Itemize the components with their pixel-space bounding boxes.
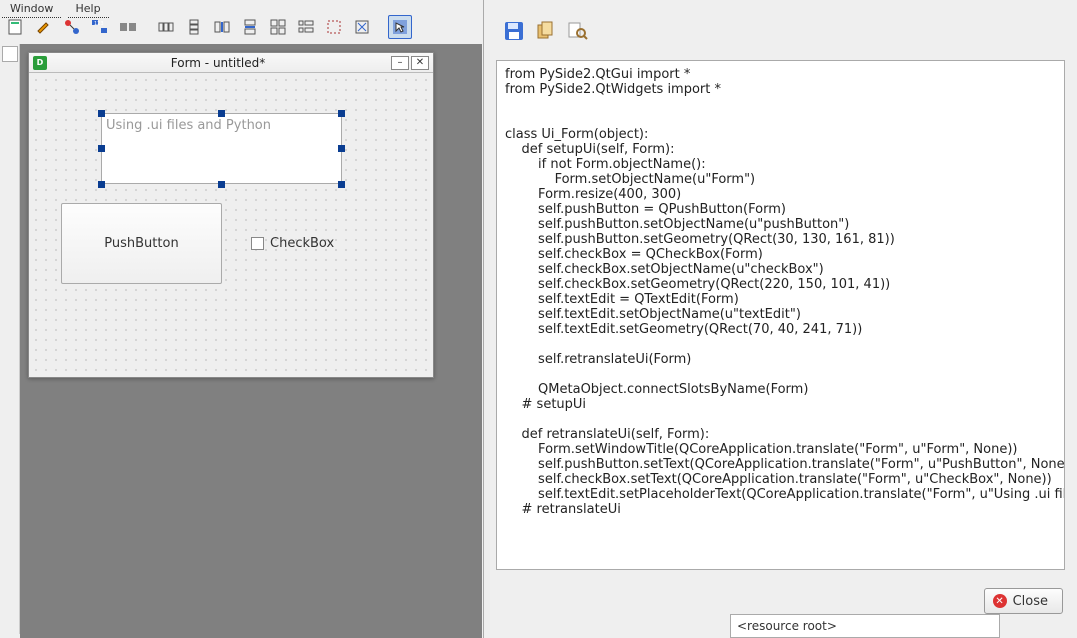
save-icon[interactable]	[502, 19, 526, 43]
new-form-icon[interactable]	[4, 15, 28, 39]
selection-handle[interactable]	[338, 181, 345, 188]
adjust-size-icon[interactable]	[350, 15, 374, 39]
h-layout-icon[interactable]	[154, 15, 178, 39]
v-layout-icon[interactable]	[182, 15, 206, 39]
checkbox-widget[interactable]: CheckBox	[251, 223, 352, 264]
close-button[interactable]: ✕	[411, 56, 429, 70]
minimize-button[interactable]: –	[391, 56, 409, 70]
textedit-widget[interactable]: Using .ui files and Python	[101, 113, 342, 184]
form-titlebar[interactable]: D Form - untitled* – ✕	[29, 53, 433, 73]
checkbox-box-icon[interactable]	[251, 237, 264, 250]
close-label: Close	[1013, 594, 1048, 609]
sidebar-tab[interactable]	[2, 46, 18, 62]
selection-handle[interactable]	[98, 181, 105, 188]
form-title: Form - untitled*	[47, 56, 389, 70]
find-icon[interactable]	[566, 19, 590, 43]
form-window[interactable]: D Form - untitled* – ✕ Using .ui files a…	[28, 52, 434, 378]
buddy-icon[interactable]	[116, 15, 140, 39]
main-toolbar: 123	[0, 12, 483, 42]
checkbox-label: CheckBox	[270, 236, 334, 251]
v-split-icon[interactable]	[238, 15, 262, 39]
designer-canvas[interactable]: D Form - untitled* – ✕ Using .ui files a…	[20, 44, 482, 638]
form-layout-icon[interactable]	[294, 15, 318, 39]
selection-handle[interactable]	[98, 110, 105, 117]
selection-handle[interactable]	[338, 110, 345, 117]
svg-text:123: 123	[94, 21, 104, 27]
close-x-icon: ✕	[993, 594, 1007, 608]
signal-slot-icon[interactable]	[60, 15, 84, 39]
selection-handle[interactable]	[98, 145, 105, 152]
edit-icon[interactable]	[32, 15, 56, 39]
selection-handle[interactable]	[218, 181, 225, 188]
form-canvas[interactable]: Using .ui files and Python PushButton Ch…	[29, 73, 433, 377]
resource-root-label: <resource root>	[737, 619, 837, 633]
grid-layout-icon[interactable]	[266, 15, 290, 39]
copy-icon[interactable]	[534, 19, 558, 43]
code-area[interactable]: from PySide2.QtGui import * from PySide2…	[496, 60, 1065, 570]
code-toolbar	[484, 0, 1077, 56]
tab-order-icon[interactable]: 123	[88, 15, 112, 39]
pushbutton-widget[interactable]: PushButton	[61, 203, 222, 284]
close-panel-button[interactable]: ✕ Close	[984, 588, 1063, 614]
resource-root-field[interactable]: <resource root>	[730, 614, 1000, 638]
select-tool-icon[interactable]	[388, 15, 412, 39]
code-preview-panel: from PySide2.QtGui import * from PySide2…	[483, 0, 1077, 638]
selection-handle[interactable]	[218, 110, 225, 117]
break-layout-icon[interactable]	[322, 15, 346, 39]
sidebar-left	[0, 44, 20, 634]
form-badge-icon: D	[33, 56, 47, 70]
h-split-icon[interactable]	[210, 15, 234, 39]
selection-handle[interactable]	[338, 145, 345, 152]
